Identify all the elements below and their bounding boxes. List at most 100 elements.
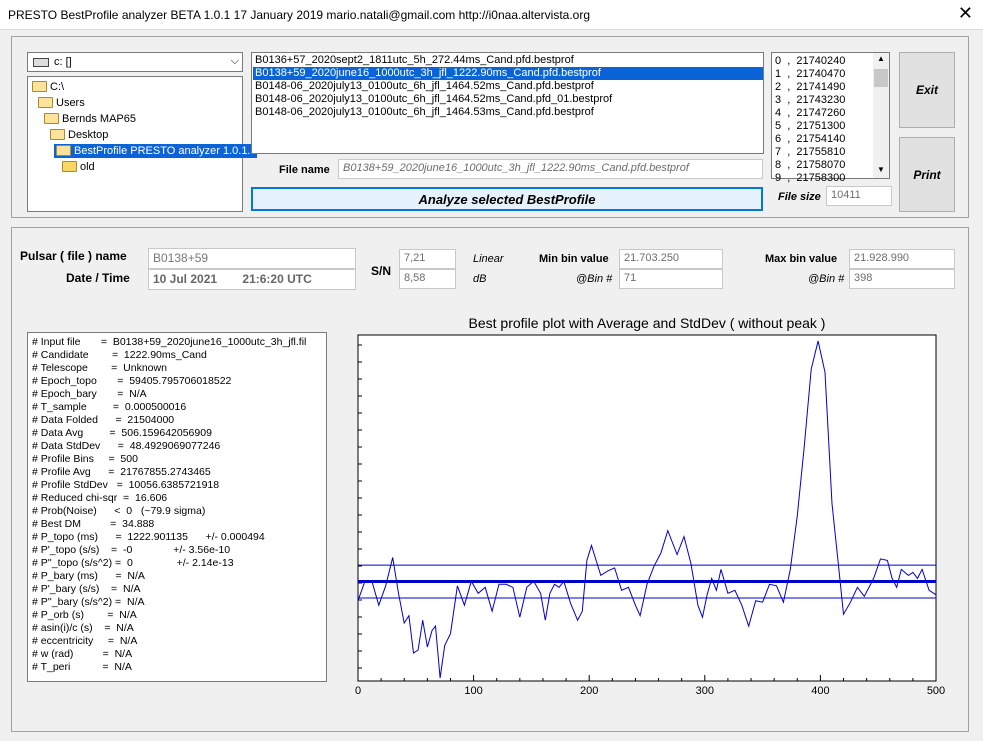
bin-value-item[interactable]: 1 , 21740470 bbox=[775, 68, 845, 81]
folder-icon bbox=[56, 145, 71, 156]
tree-item-label: Desktop bbox=[68, 129, 109, 141]
drive-value: c: [] bbox=[54, 56, 72, 68]
pulsar-name-field: B0138+59 bbox=[148, 248, 356, 269]
pulsar-name-label: Pulsar ( file ) name bbox=[20, 249, 127, 263]
info-line: # Candidate = 1222.90ms_Cand bbox=[32, 349, 207, 361]
file-list-item[interactable]: B0148-06_2020july13_0100utc_6h_jfl_1464.… bbox=[253, 93, 612, 106]
info-line: # w (rad) = N/A bbox=[32, 648, 133, 660]
bin-value-item[interactable]: 4 , 21747260 bbox=[775, 107, 845, 120]
sn-label: S/N bbox=[371, 264, 392, 278]
min-bin-label: Min bin value bbox=[539, 253, 609, 265]
info-line: # P'_topo (s/s) = -0 +/- 3.56e-10 bbox=[32, 544, 231, 556]
tree-item[interactable]: Desktop bbox=[48, 128, 108, 142]
scroll-down-icon[interactable]: ▼ bbox=[877, 165, 885, 174]
bin-value-item[interactable]: 8 , 21758070 bbox=[775, 159, 845, 172]
info-line: # Profile StdDev = 10056.6385721918 bbox=[32, 479, 220, 491]
info-line: # Data StdDev = 48.4929069077246 bbox=[32, 440, 221, 452]
tree-item[interactable]: C:\ bbox=[30, 80, 64, 94]
file-list-item[interactable]: B0148-06_2020july13_0100utc_6h_jfl_1464.… bbox=[253, 80, 594, 93]
bin-value-item[interactable]: 5 , 21751300 bbox=[775, 120, 845, 133]
file-size-label: File size bbox=[778, 191, 821, 203]
max-bin-at-label: @Bin # bbox=[808, 273, 845, 285]
bin-value-item[interactable]: 7 , 21755810 bbox=[775, 146, 845, 159]
window-title: PRESTO BestProfile analyzer BETA 1.0.1 1… bbox=[8, 8, 591, 22]
file-size-field: 10411 bbox=[826, 186, 892, 206]
bin-value-item[interactable]: 2 , 21741490 bbox=[775, 81, 845, 94]
bin-value-item[interactable]: 3 , 21743230 bbox=[775, 94, 845, 107]
info-line: # P_bary (ms) = N/A bbox=[32, 570, 145, 582]
max-bin-label: Max bin value bbox=[765, 253, 838, 265]
info-line: # Input file = B0138+59_2020june16_1000u… bbox=[32, 336, 307, 348]
folder-icon bbox=[44, 113, 59, 124]
date-time-field: 10 Jul 2021 21:6:20 UTC bbox=[148, 269, 356, 290]
info-line: # Reduced chi-sqr = 16.606 bbox=[32, 492, 168, 504]
info-line: # Best DM = 34.888 bbox=[32, 518, 155, 530]
tree-item[interactable]: BestProfile PRESTO analyzer 1.0.1.e bbox=[54, 144, 257, 158]
tree-item[interactable]: old bbox=[60, 160, 95, 174]
min-bin-index-field: 71 bbox=[619, 269, 723, 289]
info-line: # Telescope = Unknown bbox=[32, 362, 167, 374]
tree-item-label: Bernds MAP65 bbox=[62, 113, 136, 125]
sn-db-unit: dB bbox=[473, 273, 487, 285]
close-icon[interactable]: ✕ bbox=[958, 4, 973, 22]
plot-title: Best profile plot with Average and StdDe… bbox=[468, 315, 826, 331]
max-bin-index-field: 398 bbox=[849, 269, 955, 289]
sn-linear-unit: Linear bbox=[473, 253, 504, 265]
bestprof-info-box[interactable]: # Input file = B0138+59_2020june16_1000u… bbox=[27, 332, 327, 682]
bin-value-item[interactable]: 6 , 21754140 bbox=[775, 133, 845, 146]
sn-db-field: 8,58 bbox=[399, 269, 456, 289]
exit-button[interactable]: Exit bbox=[899, 52, 955, 128]
title-bar: PRESTO BestProfile analyzer BETA 1.0.1 1… bbox=[0, 0, 983, 30]
folder-icon bbox=[38, 97, 53, 108]
info-line: # Profile Avg = 21767855.2743465 bbox=[32, 466, 211, 478]
min-bin-at-label: @Bin # bbox=[576, 273, 613, 285]
tree-item-label: old bbox=[80, 161, 95, 173]
info-line: # asin(i)/c (s) = N/A bbox=[32, 622, 134, 634]
chevron-down-icon[interactable]: ⌵ bbox=[231, 55, 239, 68]
bin-list-scrollbar[interactable]: ▲ ▼ bbox=[873, 53, 889, 178]
info-line: # T_sample = 0.000500016 bbox=[32, 401, 187, 413]
info-line: # P'_bary (s/s) = N/A bbox=[32, 583, 141, 595]
info-line: # Prob(Noise) < 0 (~79.9 sigma) bbox=[32, 505, 206, 517]
max-bin-field: 21.928.990 bbox=[849, 249, 955, 269]
info-line: # Data Folded = 21504000 bbox=[32, 414, 175, 426]
file-list-item[interactable]: B0136+57_2020sept2_1811utc_5h_272.44ms_C… bbox=[253, 54, 574, 67]
directory-tree[interactable]: C:\ Users Bernds MAP65 Desktop BestProfile P… bbox=[27, 76, 257, 212]
tree-item-label: BestProfile PRESTO analyzer 1.0.1.e bbox=[74, 145, 257, 157]
file-list-item[interactable]: B0148-06_2020july13_0100utc_6h_jfl_1464.… bbox=[253, 106, 594, 119]
file-name-label: File name bbox=[279, 164, 330, 176]
scroll-up-icon[interactable]: ▲ bbox=[877, 54, 885, 63]
file-list-item[interactable]: B0138+59_2020june16_1000utc_3h_jfl_1222.… bbox=[253, 67, 763, 80]
folder-icon bbox=[32, 81, 47, 92]
info-line: # P''_topo (s/s^2) = 0 +/- 2.14e-13 bbox=[32, 557, 234, 569]
file-name-field: B0138+59_2020june16_1000utc_3h_jfl_1222.… bbox=[338, 159, 763, 179]
tree-item[interactable]: Bernds MAP65 bbox=[42, 112, 136, 126]
date-time-label: Date / Time bbox=[66, 271, 130, 285]
info-line: # eccentricity = N/A bbox=[32, 635, 138, 647]
bin-value-item[interactable]: 9 , 21758300 bbox=[775, 172, 845, 185]
info-line: # P_topo (ms) = 1222.901135 +/- 0.000494 bbox=[32, 531, 265, 543]
tree-item[interactable]: Users bbox=[36, 96, 85, 110]
print-button[interactable]: Print bbox=[899, 137, 955, 212]
drive-select[interactable]: c: [] ⌵ bbox=[27, 52, 243, 72]
info-line: # T_peri = N/A bbox=[32, 661, 132, 673]
sn-linear-field: 7,21 bbox=[399, 249, 456, 269]
folder-icon bbox=[62, 161, 77, 172]
time-value: 21:6:20 UTC bbox=[242, 272, 312, 286]
info-line: # Epoch_topo = 59405.795706018522 bbox=[32, 375, 232, 387]
info-line: # P_orb (s) = N/A bbox=[32, 609, 137, 621]
scroll-thumb[interactable] bbox=[874, 69, 888, 87]
bin-value-item[interactable]: 0 , 21740240 bbox=[775, 55, 845, 68]
info-line: # Profile Bins = 500 bbox=[32, 453, 138, 465]
folder-icon bbox=[50, 129, 65, 140]
info-line: # Epoch_bary = N/A bbox=[32, 388, 147, 400]
analyze-button[interactable]: Analyze selected BestProfile bbox=[251, 187, 763, 211]
min-bin-field: 21.703.250 bbox=[619, 249, 723, 269]
file-list[interactable]: B0136+57_2020sept2_1811utc_5h_272.44ms_C… bbox=[251, 52, 764, 154]
info-line: # P''_bary (s/s^2) = N/A bbox=[32, 596, 145, 608]
date-value: 10 Jul 2021 bbox=[153, 272, 218, 286]
drive-icon bbox=[33, 58, 49, 67]
info-line: # Data Avg = 506.159642056909 bbox=[32, 427, 212, 439]
tree-item-label: C:\ bbox=[50, 81, 65, 93]
tree-item-label: Users bbox=[56, 97, 85, 109]
